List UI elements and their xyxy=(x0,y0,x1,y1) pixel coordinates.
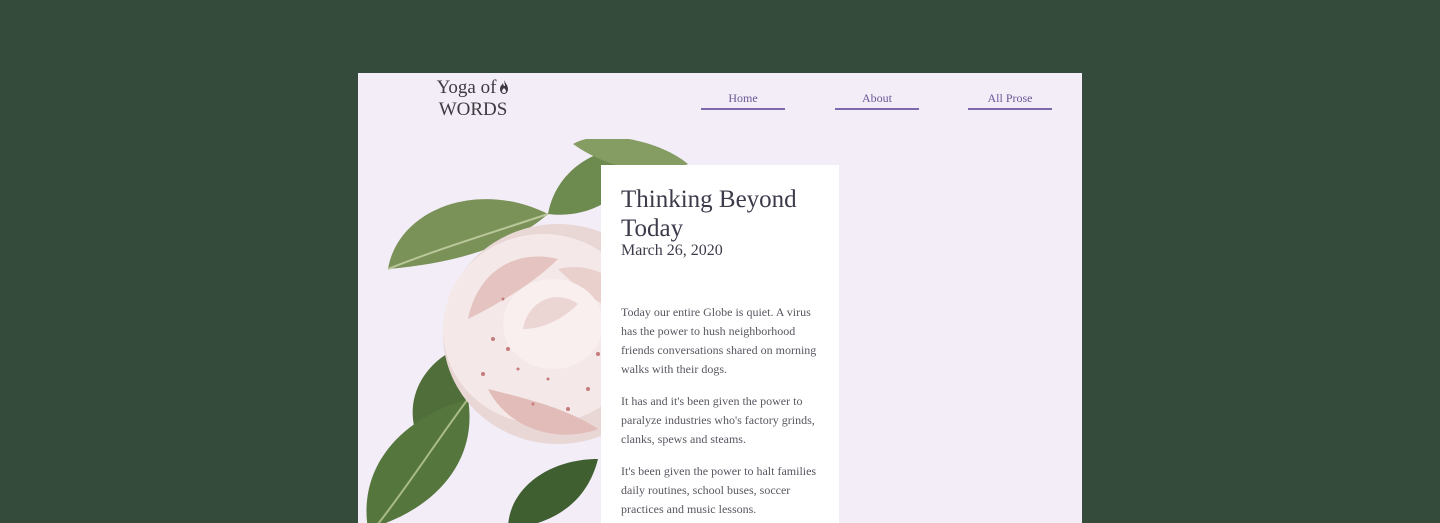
nav-all-prose[interactable]: All Prose xyxy=(968,91,1052,110)
nav-about[interactable]: About xyxy=(835,91,919,110)
logo-text-bottom: WORDS xyxy=(438,99,508,120)
post-paragraph: Today our entire Globe is quiet. A virus… xyxy=(621,305,817,376)
post-title: Thinking Beyond Today xyxy=(621,186,797,242)
flame-icon xyxy=(500,80,509,94)
logo-line-1: Yoga of xyxy=(428,77,518,99)
site-logo[interactable]: Yoga of WORDS xyxy=(428,77,518,121)
post-paragraph: It's been given the power to halt famili… xyxy=(621,464,817,516)
post-paragraph: It has and it's been given the power to … xyxy=(621,394,815,446)
post-date: March 26, 2020 xyxy=(621,242,723,259)
nav-home[interactable]: Home xyxy=(701,91,785,110)
page-container: Yoga of WORDS Home About All Prose Think… xyxy=(358,73,1082,523)
post-body: Today our entire Globe is quiet. A virus… xyxy=(621,303,826,523)
post-card: Thinking Beyond Today March 26, 2020 Tod… xyxy=(601,165,839,523)
logo-text-top: Yoga of xyxy=(436,77,497,98)
